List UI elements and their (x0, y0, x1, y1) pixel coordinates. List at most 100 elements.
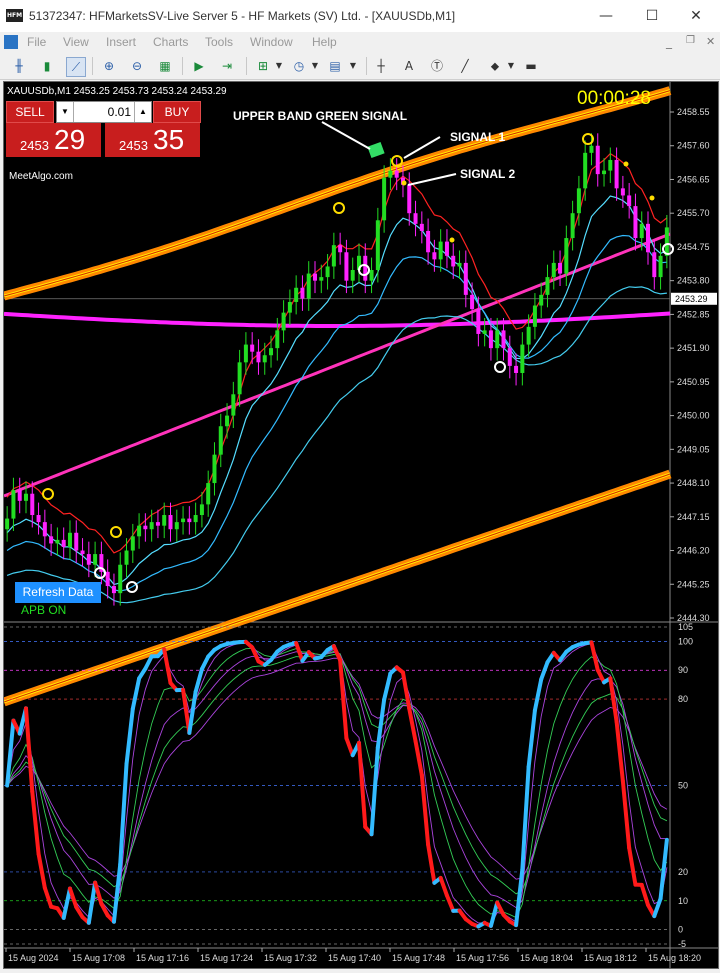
bar-chart-icon[interactable]: ╫ (10, 57, 28, 75)
sell-button[interactable]: SELL (6, 101, 54, 123)
candle-body (520, 345, 524, 373)
candle-body (483, 330, 487, 334)
menu-window[interactable]: Window (250, 35, 293, 49)
menu-insert[interactable]: Insert (106, 35, 136, 49)
crosshair-icon[interactable]: ┼ (372, 57, 390, 75)
sell-price-big: 29 (54, 124, 85, 156)
close-icon[interactable]: ✕ (684, 4, 708, 28)
candle-body (118, 565, 122, 593)
oscillator-signal-line-2 (7, 648, 667, 917)
candle-body (344, 252, 348, 280)
candle-body (125, 551, 129, 565)
chart-canvas[interactable]: 2458.552457.602456.652455.702454.752453.… (4, 82, 718, 968)
buy-button[interactable]: BUY (153, 101, 201, 123)
oscillator-axis-label: 0 (678, 925, 683, 935)
candle-body (18, 490, 22, 501)
upper-band-green-signal (367, 142, 384, 158)
candlestick-icon[interactable]: ▮ (38, 57, 56, 75)
candle-body (489, 330, 493, 348)
candle-body (633, 206, 637, 238)
lot-decrease-icon[interactable]: ▼ (57, 102, 74, 122)
oscillator-main-segment (89, 883, 95, 923)
oscillator-main-segment (642, 885, 648, 905)
text-label-icon[interactable]: Ⓣ (428, 57, 446, 75)
line-chart-icon[interactable]: ⟋ (66, 57, 86, 77)
menu-view[interactable]: View (63, 35, 89, 49)
oscillator-main-segment (26, 708, 32, 791)
trendline-icon[interactable]: ╱ (456, 57, 474, 75)
apb-status: APB ON (21, 603, 66, 617)
refresh-data-button[interactable]: Refresh Data (15, 582, 101, 603)
chart-shift-icon[interactable]: ⇥ (218, 57, 236, 75)
candle-body (43, 522, 47, 536)
candle-body (106, 572, 110, 586)
annotation-upper-band: UPPER BAND GREEN SIGNAL (233, 109, 407, 123)
maximize-icon[interactable]: ☐ (640, 4, 664, 28)
candle-body (564, 238, 568, 274)
price-axis-label: 2449.05 (677, 444, 710, 454)
oscillator-main-segment (45, 888, 51, 907)
candle-timer: 00:00:28 (577, 88, 651, 110)
time-axis-label: 15 Aug 17:32 (264, 953, 317, 963)
candle-body (539, 295, 543, 306)
trend-moving-average (4, 234, 670, 496)
candle-body (627, 195, 631, 206)
candle-body (200, 504, 204, 515)
candle-body (244, 345, 248, 363)
candle-body (407, 185, 411, 213)
scroll-end-icon[interactable]: ▶ (190, 57, 208, 75)
candle-body (11, 490, 15, 518)
menu-file[interactable]: File (27, 35, 46, 49)
buy-price-prefix: 2453 (119, 138, 148, 153)
lot-value[interactable]: 0.01 (77, 105, 131, 119)
candle-body (508, 348, 512, 366)
screenshot-icon[interactable]: ▬ (522, 57, 540, 75)
templates-icon[interactable]: ▤ (326, 57, 344, 75)
chart-window-icon[interactable] (4, 35, 18, 49)
candle-body (24, 494, 28, 501)
chevron-down-icon[interactable]: ▼ (344, 57, 362, 75)
buy-price-box[interactable]: 2453 35 (105, 123, 200, 157)
text-tool-icon[interactable]: A (400, 57, 418, 75)
candle-body (143, 526, 147, 530)
candle-body (55, 540, 59, 544)
zoom-out-icon[interactable]: ⊖ (128, 57, 146, 75)
candle-body (206, 483, 210, 504)
chart-area[interactable]: 2458.552457.602456.652455.702454.752453.… (3, 81, 719, 969)
signal-dot (624, 162, 629, 167)
candle-body (376, 220, 380, 270)
lot-increase-icon[interactable]: ▲ (134, 102, 151, 122)
lot-size-input[interactable]: ▼ 0.01 ▲ (56, 101, 152, 123)
child-minimize-icon[interactable]: _ (666, 35, 672, 49)
candle-body (558, 263, 562, 274)
candle-body (445, 242, 449, 256)
candle-body (269, 348, 273, 355)
oscillator-axis-label: 100 (678, 636, 693, 646)
oscillator-signal-line-1 (7, 643, 667, 925)
candle-body (30, 494, 34, 515)
tile-windows-icon[interactable]: ▦ (156, 57, 174, 75)
chevron-down-icon[interactable]: ▼ (270, 57, 288, 75)
oscillator-main-segment (196, 669, 202, 692)
price-axis-label: 2454.75 (677, 242, 710, 252)
toolbar-separator (182, 57, 183, 75)
candle-body (495, 330, 499, 348)
menu-charts[interactable]: Charts (153, 35, 188, 49)
child-restore-icon[interactable]: ❐ (686, 35, 695, 46)
price-axis-label: 2455.70 (677, 208, 710, 218)
sell-price-box[interactable]: 2453 29 (6, 123, 101, 157)
oscillator-main-segment (617, 722, 623, 781)
candle-body (577, 188, 581, 213)
zoom-in-icon[interactable]: ⊕ (100, 57, 118, 75)
menu-tools[interactable]: Tools (205, 35, 233, 49)
chevron-down-icon[interactable]: ▼ (502, 57, 520, 75)
candle-body (514, 366, 518, 373)
menu-help[interactable]: Help (312, 35, 337, 49)
chevron-down-icon[interactable]: ▼ (306, 57, 324, 75)
child-close-icon[interactable]: ✕ (706, 35, 715, 48)
candle-body (533, 306, 537, 327)
price-axis-label: 2445.25 (677, 579, 710, 589)
minimize-icon[interactable]: — (594, 4, 618, 28)
oscillator-axis-label: 105 (678, 622, 693, 632)
candle-body (571, 213, 575, 238)
